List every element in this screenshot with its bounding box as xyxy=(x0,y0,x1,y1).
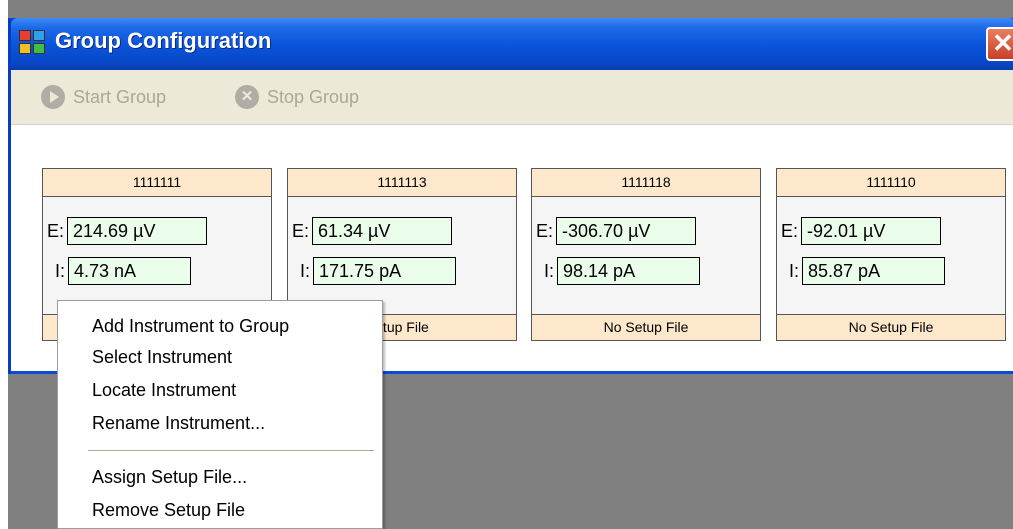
instrument-id: 1111111 xyxy=(43,169,271,197)
e-label: E: xyxy=(781,220,799,241)
menu-item-rename-instrument[interactable]: Rename Instrument... xyxy=(92,408,265,438)
i-value-field: 171.75 pA xyxy=(313,257,457,285)
e-row: E: 214.69 µV xyxy=(47,217,208,245)
i-value-field: 4.73 nA xyxy=(68,257,192,285)
stop-group-button[interactable]: ✕ Stop Group xyxy=(235,84,359,110)
stop-x-icon: ✕ xyxy=(235,85,259,109)
instrument-id: 1111110 xyxy=(777,169,1005,197)
stop-group-label: Stop Group xyxy=(267,86,360,107)
setup-file-status: No Setup File xyxy=(777,314,1005,340)
i-label: I: xyxy=(544,260,555,281)
window-title: Group Configuration xyxy=(55,28,272,53)
e-value-field: -92.01 µV xyxy=(801,217,942,245)
i-label: I: xyxy=(300,260,311,281)
menu-item-locate-instrument[interactable]: Locate Instrument xyxy=(92,375,236,405)
i-value-field: 98.14 pA xyxy=(557,257,701,285)
e-value-field: 61.34 µV xyxy=(312,217,453,245)
instrument-id: 1111118 xyxy=(532,169,760,197)
i-label: I: xyxy=(789,260,800,281)
start-group-button[interactable]: Start Group xyxy=(41,84,166,110)
e-row: E: -306.70 µV xyxy=(536,217,697,245)
toolbar: Start Group ✕ Stop Group xyxy=(11,70,1013,125)
e-value-field: -306.70 µV xyxy=(556,217,697,245)
e-value-field: 214.69 µV xyxy=(67,217,208,245)
instrument-id: 1111113 xyxy=(288,169,516,197)
instrument-panel[interactable]: 1111110 E: -92.01 µV I: 85.87 pA No Setu… xyxy=(776,168,1006,341)
title-bar[interactable]: Group Configuration ✕ xyxy=(11,18,1013,70)
e-label: E: xyxy=(292,220,310,241)
i-value-field: 85.87 pA xyxy=(802,257,946,285)
i-label: I: xyxy=(55,260,66,281)
close-button[interactable]: ✕ xyxy=(986,27,1013,61)
start-group-label: Start Group xyxy=(73,86,167,107)
e-label: E: xyxy=(47,220,65,241)
menu-item-select-instrument[interactable]: Select Instrument xyxy=(92,342,232,372)
e-row: E: 61.34 µV xyxy=(292,217,453,245)
i-row: I: 171.75 pA xyxy=(300,257,457,285)
i-row: I: 85.87 pA xyxy=(789,257,946,285)
e-row: E: -92.01 µV xyxy=(781,217,942,245)
setup-file-status: No Setup File xyxy=(532,314,760,340)
e-label: E: xyxy=(536,220,554,241)
menu-item-add-instrument-to-group[interactable]: Add Instrument to Group xyxy=(92,311,289,341)
instrument-panel[interactable]: 1111118 E: -306.70 µV I: 98.14 pA No Set… xyxy=(531,168,761,341)
menu-separator xyxy=(88,450,374,451)
play-icon xyxy=(41,85,65,109)
menu-item-assign-setup-file[interactable]: Assign Setup File... xyxy=(92,462,247,492)
i-row: I: 98.14 pA xyxy=(544,257,701,285)
i-row: I: 4.73 nA xyxy=(55,257,192,285)
instrument-context-menu: Add Instrument to Group Select Instrumen… xyxy=(57,300,383,529)
app-grid-icon xyxy=(19,30,47,56)
menu-item-remove-setup-file[interactable]: Remove Setup File xyxy=(92,495,245,525)
